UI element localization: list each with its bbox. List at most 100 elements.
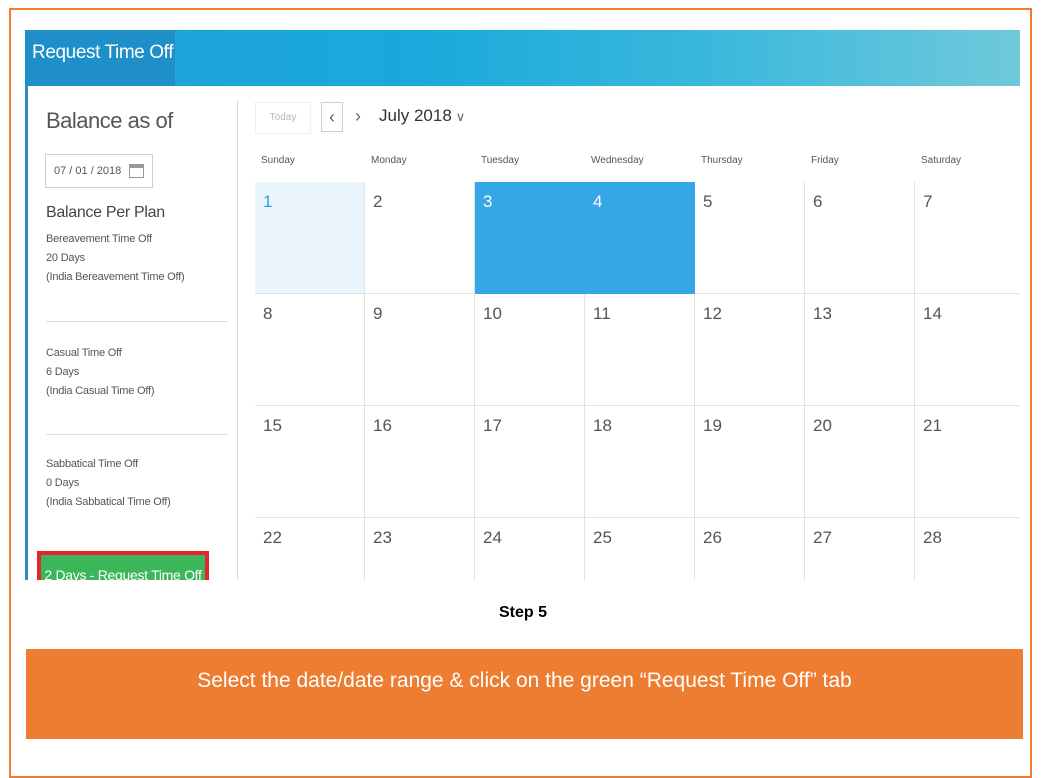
chevron-right-icon[interactable]: ›	[347, 102, 369, 132]
sidebar-divider	[237, 100, 238, 580]
calendar-day-number: 17	[483, 416, 502, 435]
calendar-day-cell[interactable]: 10	[475, 294, 585, 406]
day-of-week-label: Saturday	[921, 155, 962, 166]
calendar-day-number: 12	[703, 304, 722, 323]
calendar-day-number: 6	[813, 192, 823, 211]
month-label: July 2018	[379, 106, 452, 125]
plan-days: 0 Days	[46, 477, 80, 489]
calendar-day-number: 19	[703, 416, 722, 435]
calendar-day-number: 22	[263, 528, 282, 547]
day-of-week-label: Sunday	[261, 155, 295, 166]
request-time-off-button[interactable]: 2 Days - Request Time Off	[41, 555, 205, 580]
day-of-week-row: Sunday Monday Tuesday Wednesday Thursday Frid…	[255, 155, 1020, 175]
plan-detail: (India Bereavement Time Off)	[46, 271, 185, 283]
calendar-day-cell[interactable]: 1	[255, 182, 365, 294]
instruction-text: Select the date/date range & click on th…	[197, 669, 852, 692]
calendar-day-number: 16	[373, 416, 392, 435]
plan-detail: (India Casual Time Off)	[46, 385, 155, 397]
plan-detail: (India Sabbatical Time Off)	[46, 496, 171, 508]
plan-title: Balance Per Plan	[46, 204, 165, 221]
calendar-icon[interactable]	[129, 164, 144, 178]
day-of-week-label: Wednesday	[591, 155, 644, 166]
calendar-day-cell[interactable]: 5	[695, 182, 805, 294]
calendar-day-number: 14	[923, 304, 942, 323]
calendar-day-cell[interactable]: 3	[475, 182, 585, 294]
plan-days: 20 Days	[46, 252, 85, 264]
plan-bereavement: Bereavement Time Off 20 Days (India Bere…	[46, 230, 185, 287]
calendar-day-cell[interactable]: 13	[805, 294, 915, 406]
calendar-day-number: 4	[593, 192, 603, 211]
calendar-day-cell[interactable]: 7	[915, 182, 1020, 294]
calendar-day-number: 13	[813, 304, 832, 323]
day-of-week-label: Friday	[811, 155, 839, 166]
title-bar: Request Time Off	[25, 30, 1020, 86]
balance-title: Balance as of	[46, 108, 173, 133]
calendar-day-cell[interactable]: 14	[915, 294, 1020, 406]
request-button-highlight: 2 Days - Request Time Off	[37, 551, 209, 580]
calendar-day-cell[interactable]: 8	[255, 294, 365, 406]
plan-divider	[46, 434, 228, 435]
calendar-day-number: 28	[923, 528, 942, 547]
calendar-day-cell[interactable]: 26	[695, 518, 805, 580]
calendar-day-cell[interactable]: 27	[805, 518, 915, 580]
calendar-day-cell[interactable]: 28	[915, 518, 1020, 580]
calendar-day-cell[interactable]: 24	[475, 518, 585, 580]
balance-sidebar: Balance as of 07 / 01 / 2018 Balance Per…	[28, 86, 228, 580]
calendar-day-cell[interactable]: 20	[805, 406, 915, 518]
calendar-day-cell[interactable]: 25	[585, 518, 695, 580]
step-label: Step 5	[498, 604, 547, 621]
calendar-day-number: 27	[813, 528, 832, 547]
calendar-day-cell[interactable]: 19	[695, 406, 805, 518]
day-of-week-label: Thursday	[701, 155, 743, 166]
month-grid: 1 2 3 4 5 6 7 8 9 10 11 12 13 14 15 16 17 18 19 20 21 22 23 24 2…	[255, 182, 1020, 580]
calendar-day-number: 20	[813, 416, 832, 435]
plan-divider	[46, 321, 228, 322]
calendar-day-number: 24	[483, 528, 502, 547]
page-title: Request Time Off	[32, 42, 174, 63]
day-of-week-label: Tuesday	[481, 155, 519, 166]
calendar-day-number: 23	[373, 528, 392, 547]
calendar-day-number: 11	[593, 304, 611, 323]
plan-name: Bereavement Time Off	[46, 233, 152, 245]
calendar-day-number: 7	[923, 192, 933, 211]
calendar-day-cell[interactable]: 23	[365, 518, 475, 580]
plan-name: Sabbatical Time Off	[46, 458, 138, 470]
app-screenshot: Request Time Off Balance as of 07 / 01 /…	[25, 30, 1020, 580]
today-button[interactable]: Today	[255, 102, 311, 134]
balance-date-value: 07 / 01 / 2018	[54, 165, 122, 177]
plan-name: Casual Time Off	[46, 347, 122, 359]
calendar-day-cell[interactable]: 11	[585, 294, 695, 406]
calendar-day-cell[interactable]: 2	[365, 182, 475, 294]
calendar-day-number: 2	[373, 192, 383, 211]
calendar-day-number: 5	[703, 192, 713, 211]
instruction-banner: Select the date/date range & click on th…	[26, 649, 1023, 739]
calendar-day-number: 25	[593, 528, 612, 547]
calendar-day-number: 8	[263, 304, 273, 323]
chevron-down-icon: ∨	[455, 109, 466, 124]
month-selector[interactable]: July 2018 ∨	[379, 106, 465, 126]
calendar-day-number: 3	[483, 192, 493, 211]
calendar-day-cell[interactable]: 4	[585, 182, 695, 294]
calendar-day-cell[interactable]: 12	[695, 294, 805, 406]
balance-date-input[interactable]: 07 / 01 / 2018	[45, 154, 153, 188]
calendar-day-cell[interactable]: 9	[365, 294, 475, 406]
plan-sabbatical: Sabbatical Time Off 0 Days (India Sabbat…	[46, 455, 171, 512]
plan-casual: Casual Time Off 6 Days (India Casual Tim…	[46, 344, 154, 401]
calendar-day-number: 18	[593, 416, 612, 435]
calendar-day-cell[interactable]: 22	[255, 518, 365, 580]
calendar-day-number: 10	[483, 304, 502, 323]
calendar-day-cell[interactable]: 16	[365, 406, 475, 518]
calendar-day-number: 1	[263, 192, 273, 211]
calendar-day-number: 21	[923, 416, 942, 435]
calendar-day-cell[interactable]: 15	[255, 406, 365, 518]
calendar-day-number: 26	[703, 528, 722, 547]
plan-days: 6 Days	[46, 366, 80, 378]
calendar-day-cell[interactable]: 17	[475, 406, 585, 518]
calendar-day-cell[interactable]: 21	[915, 406, 1020, 518]
day-of-week-label: Monday	[371, 155, 407, 166]
chevron-left-icon[interactable]: ‹	[321, 102, 343, 132]
calendar-day-cell[interactable]: 6	[805, 182, 915, 294]
calendar-day-cell[interactable]: 18	[585, 406, 695, 518]
calendar-day-number: 15	[263, 416, 282, 435]
calendar-day-number: 9	[373, 304, 383, 323]
